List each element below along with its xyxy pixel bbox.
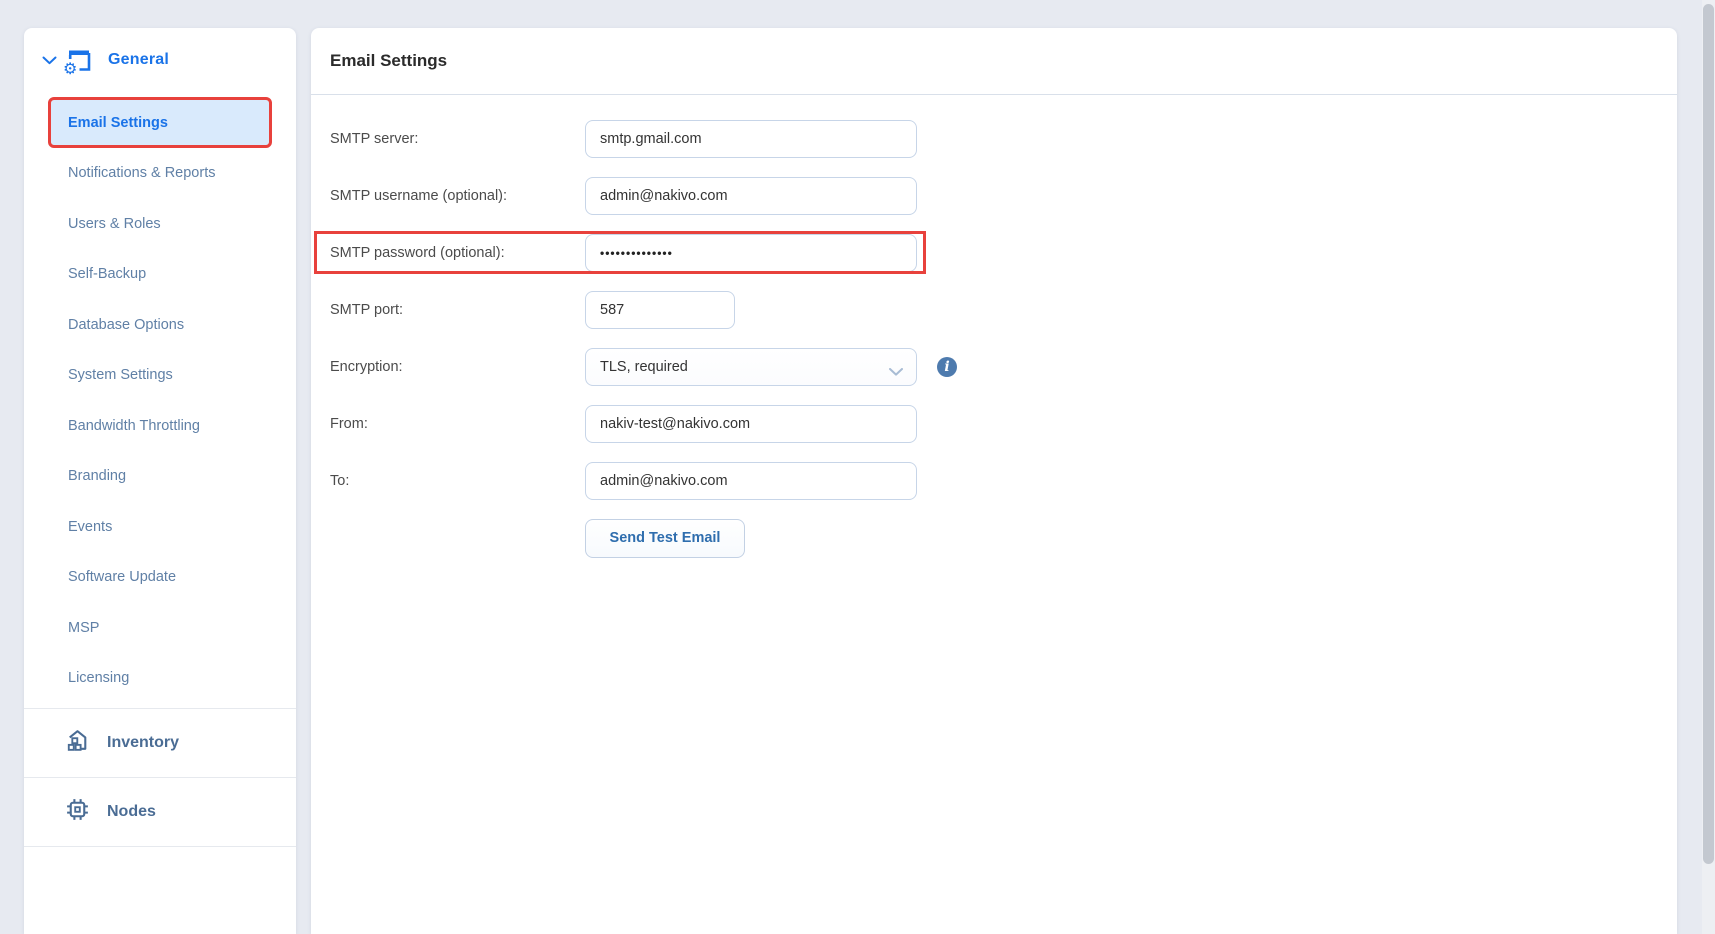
email-settings-form: SMTP server: SMTP username (optional): S… [311, 95, 1677, 557]
settings-sidebar: ⚙ General Email Settings Notifications &… [24, 28, 296, 934]
vertical-scrollbar[interactable] [1702, 0, 1715, 934]
chevron-down-icon [889, 364, 903, 380]
inventory-building-icon [64, 727, 91, 759]
sidebar-item-notifications-reports[interactable]: Notifications & Reports [51, 151, 269, 196]
encryption-select[interactable]: TLS, required [585, 348, 917, 386]
sidebar-section-label: Inventory [107, 734, 179, 752]
sidebar-section-inventory[interactable]: Inventory [24, 708, 296, 777]
smtp-port-label: SMTP port: [330, 302, 585, 318]
from-row: From: [330, 405, 1677, 443]
to-input[interactable] [585, 462, 917, 500]
info-icon[interactable]: i [937, 357, 957, 377]
smtp-port-input[interactable] [585, 291, 735, 329]
to-label: To: [330, 473, 585, 489]
smtp-port-row: SMTP port: [330, 291, 1677, 329]
settings-page: ⚙ General Email Settings Notifications &… [0, 0, 1715, 934]
sidebar-section-general[interactable]: ⚙ General [24, 28, 296, 92]
smtp-username-input[interactable] [585, 177, 917, 215]
to-row: To: [330, 462, 1677, 500]
smtp-password-input[interactable] [585, 234, 917, 272]
sidebar-item-self-backup[interactable]: Self-Backup [51, 252, 269, 297]
nodes-chip-icon [64, 796, 91, 828]
scrollbar-thumb[interactable] [1703, 4, 1714, 864]
sidebar-section-label: General [108, 51, 169, 69]
sidebar-item-licensing[interactable]: Licensing [51, 656, 269, 701]
sidebar-general-items: Email Settings Notifications & Reports U… [24, 100, 296, 701]
sidebar-section-divider [24, 846, 296, 862]
from-label: From: [330, 416, 585, 432]
smtp-password-label: SMTP password (optional): [330, 245, 585, 261]
panel-header: Email Settings [311, 28, 1677, 95]
encryption-label: Encryption: [330, 359, 585, 375]
sidebar-item-database-options[interactable]: Database Options [51, 302, 269, 347]
gear-icon: ⚙ [62, 62, 78, 78]
chevron-down-icon [40, 56, 58, 65]
page-title: Email Settings [330, 51, 447, 71]
sidebar-item-email-settings[interactable]: Email Settings [51, 100, 269, 145]
from-input[interactable] [585, 405, 917, 443]
encryption-row: Encryption: TLS, required i [330, 348, 1677, 386]
smtp-server-row: SMTP server: [330, 120, 1677, 158]
sidebar-item-users-roles[interactable]: Users & Roles [51, 201, 269, 246]
email-settings-panel: Email Settings SMTP server: SMTP usernam… [311, 28, 1677, 934]
sidebar-section-label: Nodes [107, 803, 156, 821]
actions-row: Send Test Email [330, 519, 1677, 557]
smtp-server-input[interactable] [585, 120, 917, 158]
smtp-username-label: SMTP username (optional): [330, 188, 585, 204]
sidebar-item-system-settings[interactable]: System Settings [51, 353, 269, 398]
sidebar-section-nodes[interactable]: Nodes [24, 777, 296, 846]
smtp-username-row: SMTP username (optional): [330, 177, 1677, 215]
send-test-email-button[interactable]: Send Test Email [585, 519, 745, 558]
sidebar-item-software-update[interactable]: Software Update [51, 555, 269, 600]
general-gear-window-icon: ⚙ [65, 46, 93, 74]
sidebar-item-branding[interactable]: Branding [51, 454, 269, 499]
sidebar-item-events[interactable]: Events [51, 504, 269, 549]
smtp-password-row: SMTP password (optional): [330, 234, 1677, 272]
smtp-server-label: SMTP server: [330, 131, 585, 147]
encryption-selected-value: TLS, required [600, 359, 688, 375]
sidebar-item-bandwidth-throttling[interactable]: Bandwidth Throttling [51, 403, 269, 448]
sidebar-item-msp[interactable]: MSP [51, 605, 269, 650]
